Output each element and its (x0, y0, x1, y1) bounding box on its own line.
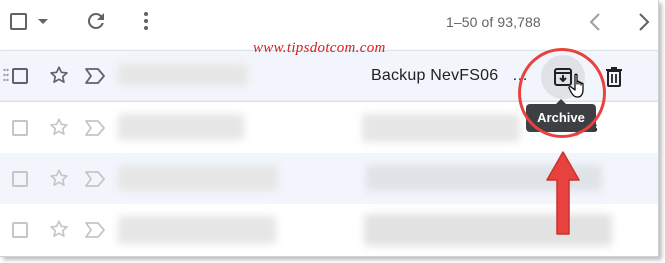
watermark: www.tipsdotcom.com (253, 40, 386, 56)
annotation-arrow-icon (546, 151, 580, 235)
row-checkbox[interactable] (12, 171, 28, 187)
chevron-right-icon[interactable] (634, 10, 654, 34)
row-checkbox[interactable] (12, 68, 28, 84)
importance-marker-icon[interactable] (84, 170, 106, 188)
refresh-icon[interactable] (84, 9, 108, 33)
select-all-checkbox[interactable] (10, 13, 27, 30)
star-icon[interactable] (48, 218, 70, 240)
gmail-inbox-panel: 1–50 of 93,788 Backup NevFS06 … Archive … (0, 0, 659, 257)
more-vert-icon[interactable] (136, 9, 156, 33)
redacted-sender (118, 165, 278, 191)
pagination-range: 1–50 of 93,788 (446, 14, 541, 30)
redacted-sender (118, 216, 276, 244)
drag-handle-icon[interactable] (3, 68, 9, 82)
row-checkbox[interactable] (12, 120, 28, 136)
importance-marker-icon[interactable] (84, 119, 106, 137)
select-menu-caret-icon[interactable] (38, 19, 48, 24)
star-icon[interactable] (48, 116, 70, 138)
redacted-sender (118, 114, 244, 140)
importance-marker-icon[interactable] (84, 67, 106, 85)
star-icon[interactable] (48, 64, 70, 86)
email-subject: Backup NevFS06 (371, 67, 499, 84)
star-icon[interactable] (48, 167, 70, 189)
redacted-sender (118, 64, 248, 86)
redacted-subject (362, 114, 520, 142)
chevron-left-icon[interactable] (585, 10, 605, 34)
importance-marker-icon[interactable] (84, 221, 106, 239)
highlight-circle (518, 48, 606, 138)
row-checkbox[interactable] (12, 222, 28, 238)
trash-icon[interactable] (604, 66, 624, 88)
